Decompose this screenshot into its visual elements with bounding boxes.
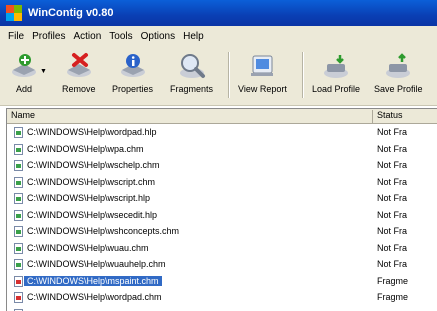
list-item[interactable]: C:\WINDOWS\Help\wordpad.chm Fragme (7, 290, 437, 305)
fragments-label: Fragments (170, 84, 213, 94)
help-file-icon (14, 210, 23, 221)
list-item[interactable] (7, 307, 437, 311)
file-status: Fragme (377, 276, 408, 286)
list-item[interactable]: C:\WINDOWS\Help\wscript.hlp Not Fra (7, 191, 437, 206)
app-logo-icon (6, 5, 22, 21)
list-item[interactable]: C:\WINDOWS\Help\wordpad.hlp Not Fra (7, 125, 437, 140)
add-button[interactable]: Add (10, 52, 38, 94)
list-item[interactable]: C:\WINDOWS\Help\wscript.chm Not Fra (7, 175, 437, 190)
file-path: C:\WINDOWS\Help\wordpad.hlp (27, 127, 157, 137)
view-report-icon (248, 52, 276, 80)
file-status: Not Fra (377, 160, 407, 170)
column-divider[interactable] (372, 110, 373, 123)
properties-label: Properties (112, 84, 153, 94)
help-file-icon (14, 259, 23, 270)
fragmented-file-icon (14, 292, 23, 303)
remove-file-icon (65, 52, 93, 80)
help-file-icon (14, 177, 23, 188)
list-item[interactable]: C:\WINDOWS\Help\wuau.chm Not Fra (7, 241, 437, 256)
file-path: C:\WINDOWS\Help\wuauhelp.chm (27, 259, 166, 269)
help-file-icon (14, 160, 23, 171)
file-path: C:\WINDOWS\Help\wuau.chm (27, 243, 149, 253)
add-file-icon (10, 52, 38, 80)
properties-info-icon (119, 52, 147, 80)
window-title: WinContig v0.80 (28, 7, 113, 19)
file-path: C:\WINDOWS\Help\wscript.chm (27, 177, 155, 187)
list-item[interactable]: C:\WINDOWS\Help\mspaint.chm Fragme (7, 274, 437, 289)
file-status: Not Fra (377, 177, 407, 187)
file-status: Not Fra (377, 144, 407, 154)
list-item[interactable]: C:\WINDOWS\Help\wshconcepts.chm Not Fra (7, 224, 437, 239)
column-header-name[interactable]: Name (11, 110, 35, 120)
toolbar-separator (302, 52, 303, 98)
fragmented-file-icon (14, 276, 23, 287)
remove-button[interactable]: Remove (62, 52, 96, 94)
menu-help[interactable]: Help (179, 31, 208, 42)
save-profile-button[interactable]: Save Profile (374, 52, 423, 94)
menu-action[interactable]: Action (69, 31, 105, 42)
help-file-icon (14, 193, 23, 204)
help-file-icon (14, 243, 23, 254)
add-dropdown-icon[interactable]: ▼ (40, 68, 47, 75)
list-item[interactable]: C:\WINDOWS\Help\wschelp.chm Not Fra (7, 158, 437, 173)
file-status: Not Fra (377, 127, 407, 137)
properties-button[interactable]: Properties (112, 52, 153, 94)
load-profile-button[interactable]: Load Profile (312, 52, 360, 94)
file-status: Not Fra (377, 210, 407, 220)
help-file-icon (14, 226, 23, 237)
save-profile-icon (384, 52, 412, 80)
file-status: Not Fra (377, 243, 407, 253)
file-status: Fragme (377, 292, 408, 302)
view-report-label: View Report (238, 84, 287, 94)
menu-bar: File Profiles Action Tools Options Help (0, 26, 437, 46)
file-status: Not Fra (377, 193, 407, 203)
list-item[interactable]: C:\WINDOWS\Help\wpa.chm Not Fra (7, 142, 437, 157)
file-path: C:\WINDOWS\Help\wordpad.chm (27, 292, 162, 302)
file-path: C:\WINDOWS\Help\wpa.chm (27, 144, 144, 154)
toolbar: Add ▼ Remove Properties Fragments (0, 46, 437, 106)
list-item[interactable]: C:\WINDOWS\Help\wuauhelp.chm Not Fra (7, 257, 437, 272)
file-path: C:\WINDOWS\Help\mspaint.chm (24, 276, 162, 286)
file-list[interactable]: Name Status C:\WINDOWS\Help\wordpad.hlp N… (6, 108, 437, 311)
menu-tools[interactable]: Tools (105, 31, 136, 42)
help-file-icon (14, 144, 23, 155)
help-file-icon (14, 127, 23, 138)
list-item[interactable]: C:\WINDOWS\Help\wsecedit.hlp Not Fra (7, 208, 437, 223)
column-header-status[interactable]: Status (377, 110, 403, 120)
file-status: Not Fra (377, 226, 407, 236)
menu-profiles[interactable]: Profiles (28, 31, 69, 42)
fragments-button[interactable]: Fragments (170, 52, 213, 94)
remove-label: Remove (62, 84, 96, 94)
fragments-magnifier-icon (178, 52, 206, 80)
menu-options[interactable]: Options (137, 31, 179, 42)
file-path: C:\WINDOWS\Help\wschelp.chm (27, 160, 160, 170)
file-path: C:\WINDOWS\Help\wshconcepts.chm (27, 226, 179, 236)
add-label: Add (16, 84, 32, 94)
file-status: Not Fra (377, 259, 407, 269)
load-profile-label: Load Profile (312, 84, 360, 94)
file-path: C:\WINDOWS\Help\wscript.hlp (27, 193, 150, 203)
file-path: C:\WINDOWS\Help\wsecedit.hlp (27, 210, 157, 220)
list-header: Name Status (7, 109, 437, 124)
title-bar: WinContig v0.80 (0, 0, 437, 26)
toolbar-separator (228, 52, 229, 98)
load-profile-icon (322, 52, 350, 80)
view-report-button[interactable]: View Report (238, 52, 287, 94)
menu-file[interactable]: File (4, 31, 28, 42)
save-profile-label: Save Profile (374, 84, 423, 94)
